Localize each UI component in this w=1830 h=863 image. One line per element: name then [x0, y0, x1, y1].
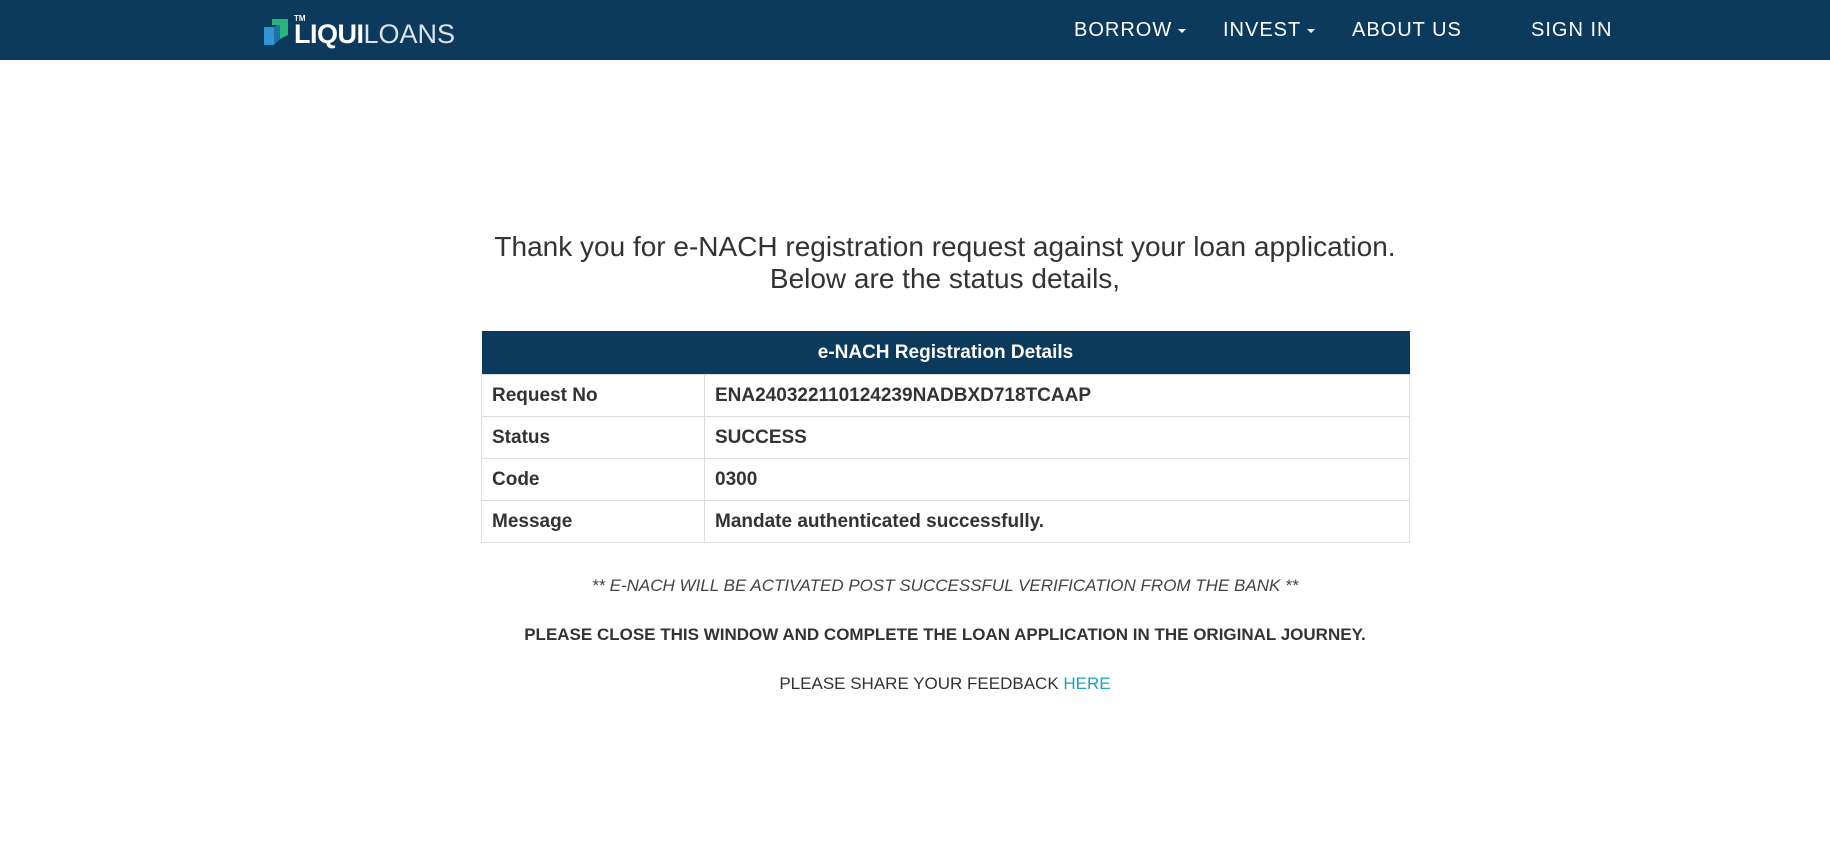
table-row-status: Status SUCCESS — [481, 416, 1410, 459]
page-heading-line-2: Below are the status details, — [769, 263, 1121, 294]
logo-text-thin: LOANS — [363, 19, 456, 49]
feedback-text: PLEASE SHARE YOUR FEEDBACK — [779, 674, 1064, 693]
row-label: Message — [481, 500, 705, 543]
activation-note: ** E-NACH WILL BE ACTIVATED POST SUCCESS… — [591, 576, 1299, 595]
logo-trademark: TM — [294, 14, 306, 23]
table-row-message: Message Mandate authenticated successful… — [481, 500, 1410, 543]
row-value: Mandate authenticated successfully. — [704, 500, 1410, 543]
table-row-request-no: Request No ENA240322110124239NADBXD718TC… — [481, 374, 1410, 417]
table-header-row: e-NACH Registration Details — [481, 331, 1410, 375]
logo-mark-icon — [264, 19, 288, 45]
table-title: e-NACH Registration Details — [481, 331, 1410, 375]
nav-about-us-label: ABOUT US — [1352, 19, 1462, 41]
nav-sign-in[interactable]: SIGN IN — [1531, 19, 1612, 41]
row-value: 0300 — [704, 458, 1410, 501]
row-label: Code — [481, 458, 705, 501]
chevron-down-icon — [1307, 28, 1316, 33]
row-value: SUCCESS — [704, 416, 1410, 459]
top-navbar: TM LIQUILOANS BORROW INVEST ABOUT US SIG… — [0, 0, 1830, 60]
page-heading-line-1: Thank you for e-NACH registration reques… — [494, 231, 1396, 262]
feedback-note: PLEASE SHARE YOUR FEEDBACK HERE — [0, 674, 1830, 694]
nav-borrow-label: BORROW — [1074, 19, 1173, 41]
logo-text-bold: LIQUI — [294, 19, 364, 49]
table-row-code: Code 0300 — [481, 458, 1410, 501]
liquiloans-logo[interactable]: TM LIQUILOANS — [262, 14, 455, 49]
nav-borrow[interactable]: BORROW — [1074, 19, 1187, 41]
nav-sign-in-label: SIGN IN — [1531, 19, 1613, 41]
close-window-note: PLEASE CLOSE THIS WINDOW AND COMPLETE TH… — [524, 625, 1366, 644]
enach-details-table: e-NACH Registration Details Request No E… — [481, 331, 1410, 543]
row-label: Status — [481, 416, 705, 459]
chevron-down-icon — [1178, 28, 1187, 33]
row-label: Request No — [481, 374, 705, 417]
nav-invest[interactable]: INVEST — [1223, 19, 1316, 41]
feedback-link[interactable]: HERE — [1063, 674, 1110, 693]
nav-invest-label: INVEST — [1223, 19, 1302, 41]
logo-text: LIQUILOANS — [294, 19, 455, 49]
row-value: ENA240322110124239NADBXD718TCAAP — [704, 374, 1410, 417]
nav-about-us[interactable]: ABOUT US — [1352, 19, 1462, 41]
